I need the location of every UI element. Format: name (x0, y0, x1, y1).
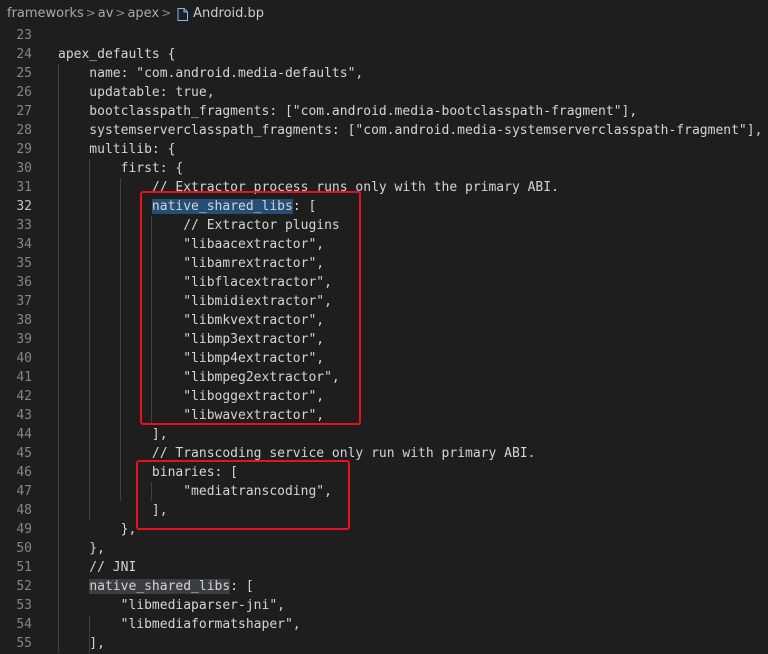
code-text: multilib: { (58, 142, 176, 157)
code-text: systemserverclasspath_fragments: ["com.a… (58, 123, 763, 138)
code-line[interactable]: 37 "libmidiextractor", (0, 292, 768, 311)
line-number: 53 (16, 598, 32, 613)
code-line[interactable]: 24 apex_defaults { (0, 45, 768, 64)
line-number: 50 (16, 541, 32, 556)
code-text: name: "com.android.media-defaults", (58, 66, 364, 81)
line-number: 46 (16, 465, 32, 480)
line-number: 27 (16, 104, 32, 119)
line-number: 35 (16, 256, 32, 271)
line-number: 30 (16, 161, 32, 176)
line-number: 42 (16, 389, 32, 404)
code-text: "libmediaformatshaper", (58, 617, 301, 632)
code-text: native_shared_libs: [ (58, 577, 254, 596)
line-number: 49 (16, 522, 32, 537)
code-line[interactable]: 34 "libaacextractor", (0, 235, 768, 254)
breadcrumb-item-frameworks[interactable]: frameworks (7, 6, 84, 21)
code-line[interactable]: 33 // Extractor plugins (0, 216, 768, 235)
line-number: 24 (16, 47, 32, 62)
line-number: 44 (16, 427, 32, 442)
file-icon (177, 7, 189, 21)
line-number: 28 (16, 123, 32, 138)
code-editor[interactable]: 23 24 apex_defaults { 25 name: "com.android… (0, 26, 768, 653)
line-number: 34 (16, 237, 32, 252)
breadcrumb-item-file[interactable]: Android.bp (193, 6, 264, 21)
line-number: 40 (16, 351, 32, 366)
code-line[interactable]: 44 ], (0, 425, 768, 444)
line-number: 47 (16, 484, 32, 499)
code-line[interactable]: 29 multilib: { (0, 140, 768, 159)
code-line[interactable]: 32 native_shared_libs: [ (0, 197, 768, 216)
code-line[interactable]: 30 first: { (0, 159, 768, 178)
code-line[interactable]: 43 "libwavextractor", (0, 406, 768, 425)
code-text: ], (58, 427, 168, 442)
code-line[interactable]: 38 "libmkvextractor", (0, 311, 768, 330)
code-text: bootclasspath_fragments: ["com.android.m… (58, 104, 638, 119)
line-number: 38 (16, 313, 32, 328)
code-line[interactable]: 54 "libmediaformatshaper", (0, 615, 768, 634)
line-number: 23 (16, 28, 32, 43)
breadcrumb-item-av[interactable]: av (98, 6, 114, 21)
line-number: 51 (16, 560, 32, 575)
breadcrumb-separator: > (115, 6, 126, 20)
line-number: 32 (16, 199, 32, 214)
line-number: 37 (16, 294, 32, 309)
code-text: apex_defaults { (58, 47, 176, 62)
line-number: 31 (16, 180, 32, 195)
code-text: // JNI (58, 560, 137, 575)
line-number: 36 (16, 275, 32, 290)
line-number: 25 (16, 66, 32, 81)
line-number: 41 (16, 370, 32, 385)
code-line[interactable]: 42 "liboggextractor", (0, 387, 768, 406)
code-line[interactable]: 53 "libmediaparser-jni", (0, 596, 768, 615)
code-line[interactable]: 39 "libmp3extractor", (0, 330, 768, 349)
code-line[interactable]: 48 ], (0, 501, 768, 520)
code-line[interactable]: 51 // JNI (0, 558, 768, 577)
code-line[interactable]: 26 updatable: true, (0, 83, 768, 102)
annotation-box-binaries (136, 460, 350, 530)
code-line[interactable]: 35 "libamrextractor", (0, 254, 768, 273)
breadcrumb: frameworks > av > apex > Android.bp (0, 0, 768, 26)
code-line[interactable]: 31 // Extractor process runs only with t… (0, 178, 768, 197)
code-line[interactable]: 55 ], (0, 634, 768, 653)
line-number: 43 (16, 408, 32, 423)
code-line[interactable]: 25 name: "com.android.media-defaults", (0, 64, 768, 83)
code-line[interactable]: 27 bootclasspath_fragments: ["com.androi… (0, 102, 768, 121)
code-line[interactable]: 41 "libmpeg2extractor", (0, 368, 768, 387)
code-text: "libmediaparser-jni", (58, 598, 285, 613)
breadcrumb-separator: > (85, 6, 96, 20)
code-text: first: { (58, 161, 184, 176)
code-line[interactable]: 46 binaries: [ (0, 463, 768, 482)
code-line[interactable]: 36 "libflacextractor", (0, 273, 768, 292)
word-highlight: native_shared_libs (89, 579, 231, 594)
annotation-box-native-shared-libs (140, 191, 361, 425)
line-number: 52 (16, 579, 32, 594)
code-segment: : [ (230, 579, 254, 594)
code-line[interactable]: 49 }, (0, 520, 768, 539)
line-number: 33 (16, 218, 32, 233)
code-line[interactable]: 50 }, (0, 539, 768, 558)
code-text: ], (58, 636, 105, 651)
code-line[interactable]: 23 (0, 26, 768, 45)
code-line[interactable]: 52 native_shared_libs: [ (0, 577, 768, 596)
code-line[interactable]: 47 "mediatranscoding", (0, 482, 768, 501)
line-number: 26 (16, 85, 32, 100)
line-number: 45 (16, 446, 32, 461)
line-number: 48 (16, 503, 32, 518)
code-text: updatable: true, (58, 85, 215, 100)
line-number: 54 (16, 617, 32, 632)
line-number: 39 (16, 332, 32, 347)
code-text: }, (58, 522, 137, 537)
line-number: 29 (16, 142, 32, 157)
breadcrumb-separator: > (161, 6, 172, 20)
breadcrumb-item-apex[interactable]: apex (127, 6, 159, 21)
code-line[interactable]: 28 systemserverclasspath_fragments: ["co… (0, 121, 768, 140)
code-text: }, (58, 541, 105, 556)
code-line[interactable]: 45 // Transcoding service only run with … (0, 444, 768, 463)
code-line[interactable]: 40 "libmp4extractor", (0, 349, 768, 368)
line-number: 55 (16, 636, 32, 651)
editor-window: frameworks > av > apex > Android.bp 23 24… (0, 0, 768, 654)
